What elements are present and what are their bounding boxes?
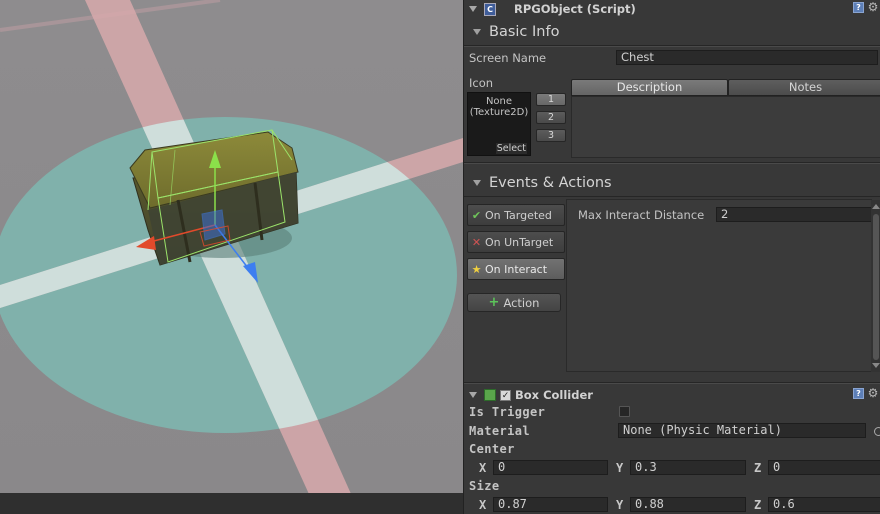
description-textarea[interactable] bbox=[571, 96, 880, 158]
inspector-panel: C RPGObject (Script) ? ⚙ Basic Info Scre… bbox=[463, 0, 880, 514]
event-detail-panel bbox=[566, 199, 872, 372]
star-icon: ★ bbox=[471, 262, 482, 276]
event-scrollbar[interactable] bbox=[871, 200, 880, 372]
scene-view[interactable] bbox=[0, 0, 463, 514]
component-title: Box Collider bbox=[515, 388, 593, 402]
box-collider-icon bbox=[484, 389, 496, 401]
action-label: Action bbox=[503, 295, 540, 310]
screen-name-label: Screen Name bbox=[469, 51, 547, 65]
center-z-field[interactable]: 0 bbox=[768, 460, 880, 475]
max-interact-field[interactable]: 2 bbox=[716, 207, 880, 222]
plus-icon: + bbox=[488, 295, 500, 310]
help-icon[interactable]: ? bbox=[853, 2, 864, 13]
center-y-label: Y bbox=[616, 461, 624, 475]
is-trigger-checkbox[interactable] bbox=[619, 406, 630, 417]
gear-icon[interactable]: ⚙ bbox=[867, 387, 879, 400]
section-title: Events & Actions bbox=[489, 175, 612, 191]
scrollbar-thumb[interactable] bbox=[873, 214, 879, 360]
script-icon: C bbox=[484, 2, 496, 16]
section-title: Basic Info bbox=[489, 24, 560, 40]
add-action-button[interactable]: + Action bbox=[467, 293, 561, 312]
size-x-field[interactable]: 0.87 bbox=[493, 497, 608, 512]
component-title: RPGObject (Script) bbox=[514, 2, 636, 16]
icon-texture-slot[interactable]: None (Texture2D) Select bbox=[467, 92, 531, 156]
rpgobject-header[interactable]: C RPGObject (Script) ? ⚙ bbox=[464, 0, 880, 18]
center-label: Center bbox=[469, 442, 515, 456]
box-collider-header[interactable]: ✓ Box Collider ? ⚙ bbox=[464, 386, 880, 404]
size-label: Size bbox=[469, 479, 500, 493]
icon-slot-button-2[interactable]: 2 bbox=[536, 111, 566, 124]
material-field[interactable]: None (Physic Material) bbox=[618, 423, 866, 438]
help-icon[interactable]: ? bbox=[853, 388, 864, 399]
event-label: On Interact bbox=[485, 262, 548, 276]
is-trigger-label: Is Trigger bbox=[469, 405, 546, 419]
collapse-arrow-icon[interactable] bbox=[469, 392, 477, 398]
on-targeted-button[interactable]: ✔ On Targeted bbox=[467, 204, 565, 226]
center-x-field[interactable]: 0 bbox=[493, 460, 608, 475]
foldout-arrow-icon bbox=[473, 29, 481, 35]
select-button[interactable]: Select bbox=[495, 143, 527, 154]
tab-notes[interactable]: Notes bbox=[728, 79, 880, 96]
center-x-label: X bbox=[479, 461, 487, 475]
scene-bottom-bar bbox=[0, 493, 463, 514]
size-x-label: X bbox=[479, 498, 487, 512]
on-untarget-button[interactable]: ✕ On UnTarget bbox=[467, 231, 565, 253]
tab-description[interactable]: Description bbox=[571, 79, 728, 96]
icon-slot-button-1[interactable]: 1 bbox=[536, 93, 566, 106]
events-actions-foldout[interactable]: Events & Actions bbox=[473, 175, 612, 191]
event-label: On UnTarget bbox=[485, 235, 554, 249]
on-interact-button[interactable]: ★ On Interact bbox=[467, 258, 565, 280]
size-z-field[interactable]: 0.6 bbox=[768, 497, 880, 512]
enabled-checkbox[interactable]: ✓ bbox=[500, 389, 511, 401]
icon-slot-text: None (Texture2D) bbox=[469, 96, 529, 118]
material-label: Material bbox=[469, 424, 530, 438]
size-y-field[interactable]: 0.88 bbox=[630, 497, 746, 512]
size-z-label: Z bbox=[754, 498, 762, 512]
x-icon: ✕ bbox=[471, 235, 482, 249]
icon-slot-button-3[interactable]: 3 bbox=[536, 129, 566, 142]
size-y-label: Y bbox=[616, 498, 624, 512]
icon-label: Icon bbox=[469, 76, 494, 90]
scroll-down-icon[interactable] bbox=[872, 363, 880, 368]
max-interact-label: Max Interact Distance bbox=[578, 208, 705, 222]
basic-info-foldout[interactable]: Basic Info bbox=[473, 24, 559, 40]
foldout-arrow-icon bbox=[473, 180, 481, 186]
center-z-label: Z bbox=[754, 461, 762, 475]
scroll-up-icon[interactable] bbox=[872, 204, 880, 209]
center-y-field[interactable]: 0.3 bbox=[630, 460, 746, 475]
description-tabs: Description Notes bbox=[571, 79, 880, 96]
screen-name-field[interactable]: Chest bbox=[616, 50, 878, 65]
gizmo-plane-handle[interactable] bbox=[201, 209, 226, 241]
collapse-arrow-icon[interactable] bbox=[469, 6, 477, 12]
gear-icon[interactable]: ⚙ bbox=[867, 1, 879, 14]
object-picker-icon[interactable] bbox=[874, 427, 880, 436]
event-label: On Targeted bbox=[485, 208, 552, 222]
scene-canvas[interactable] bbox=[0, 0, 463, 514]
check-icon: ✔ bbox=[471, 208, 482, 222]
